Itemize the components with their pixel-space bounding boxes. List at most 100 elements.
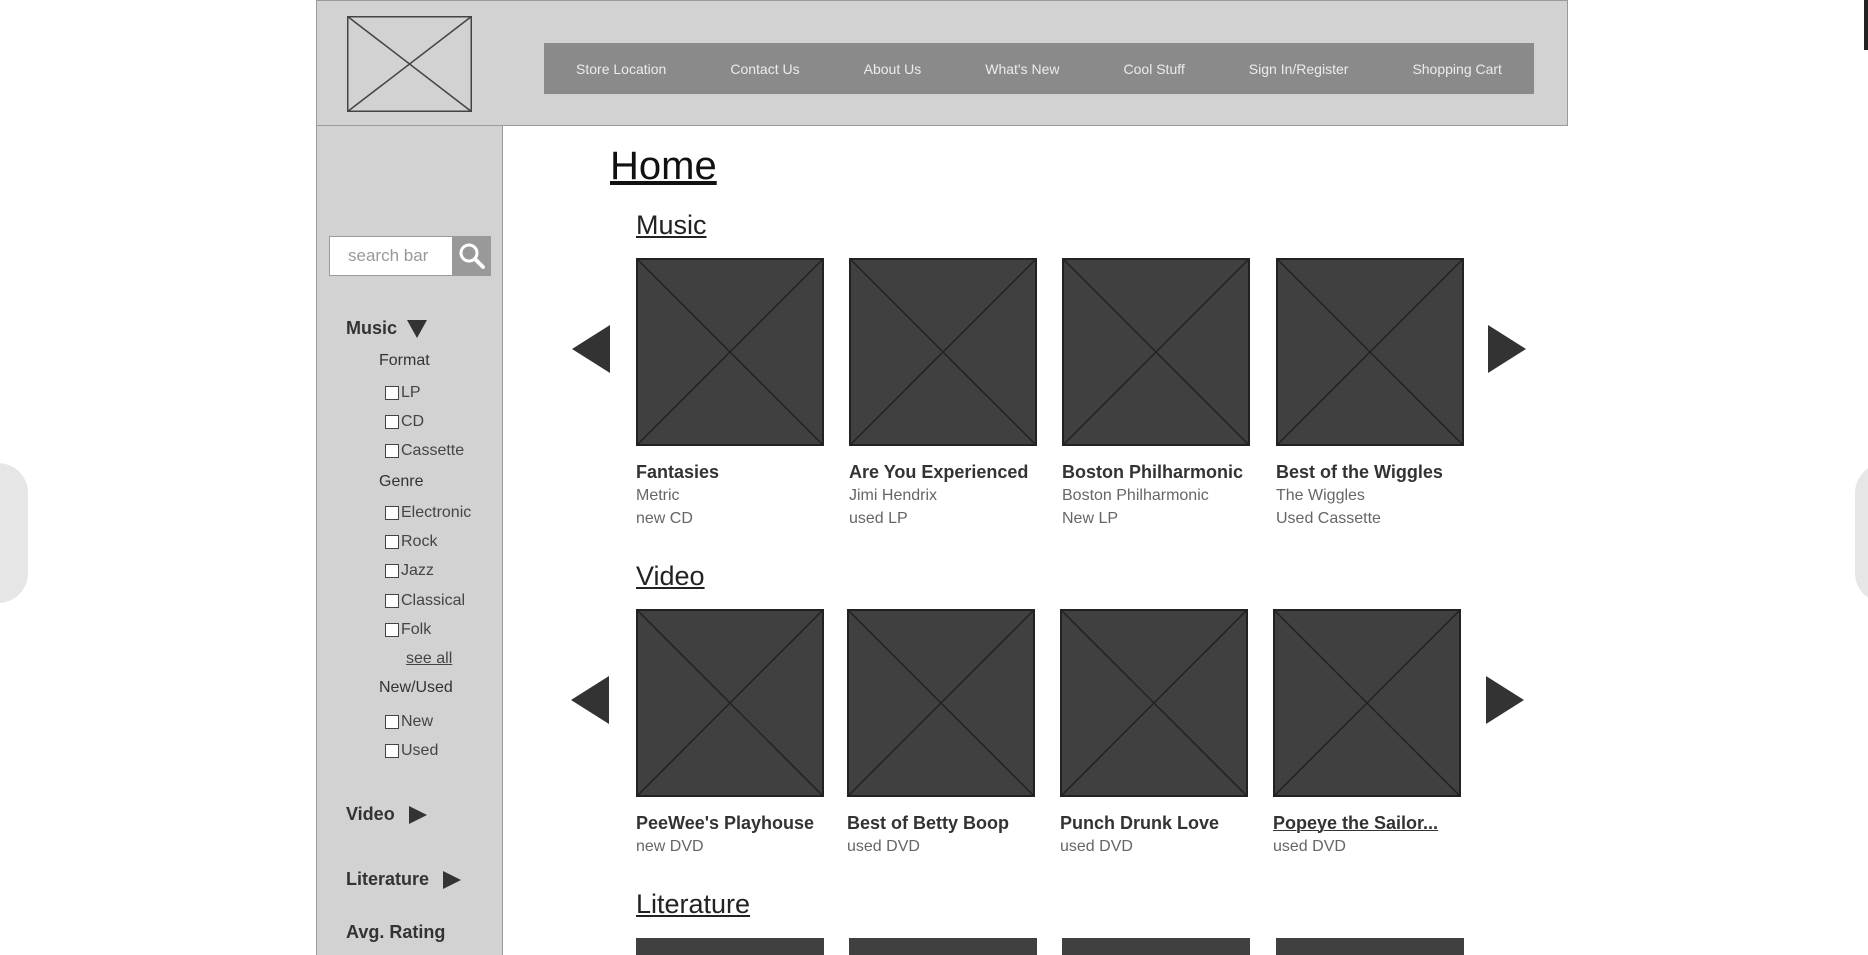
genre-option-rock[interactable]: Rock <box>385 533 437 551</box>
product-title[interactable]: Punch Drunk Love <box>1060 813 1219 834</box>
format-option-lp[interactable]: LP <box>385 384 421 402</box>
product-card[interactable]: Fantasies Metric new CD <box>636 258 824 527</box>
product-condition: used DVD <box>1273 838 1346 855</box>
checkbox[interactable] <box>385 744 399 758</box>
option-label: Used <box>401 742 439 759</box>
option-new[interactable]: New <box>385 713 433 731</box>
product-condition: used DVD <box>1060 838 1133 855</box>
format-heading: Format <box>379 352 430 369</box>
genre-heading: Genre <box>379 473 424 490</box>
option-label: Rock <box>401 533 438 550</box>
avg-rating-label: Avg. Rating <box>346 922 446 942</box>
nav-cool-stuff[interactable]: Cool Stuff <box>1124 61 1185 77</box>
genre-option-electronic[interactable]: Electronic <box>385 504 471 522</box>
product-condition: new DVD <box>636 838 704 855</box>
checkbox[interactable] <box>385 715 399 729</box>
genre-option-folk[interactable]: Folk <box>385 621 431 639</box>
product-card[interactable]: Punch Drunk Love used DVD <box>1060 609 1248 855</box>
video-carousel-prev-icon[interactable] <box>571 676 609 724</box>
nav-store-location[interactable]: Store Location <box>576 61 666 77</box>
product-title[interactable]: Best of Betty Boop <box>847 813 1009 834</box>
option-label: Electronic <box>401 504 472 521</box>
option-label: CD <box>401 413 425 430</box>
product-condition: New LP <box>1062 510 1119 527</box>
checkbox[interactable] <box>385 535 399 549</box>
checkbox[interactable] <box>385 506 399 520</box>
product-title-link[interactable]: Popeye the Sailor... <box>1273 813 1438 834</box>
product-condition: Used Cassette <box>1276 510 1381 527</box>
main-nav: Store Location Contact Us About Us What'… <box>544 43 1534 94</box>
image-placeholder-icon <box>1273 609 1461 797</box>
option-label: Folk <box>401 621 432 638</box>
nav-sign-in-register[interactable]: Sign In/Register <box>1249 61 1349 77</box>
music-carousel-prev-icon[interactable] <box>572 325 610 373</box>
right-edge-overlay <box>1855 463 1868 603</box>
checkbox[interactable] <box>385 594 399 608</box>
product-condition: used DVD <box>847 838 920 855</box>
format-option-cassette[interactable]: Cassette <box>385 442 464 460</box>
search-input[interactable] <box>330 237 452 275</box>
product-title[interactable]: Fantasies <box>636 462 719 483</box>
product-card[interactable]: Are You Experienced Jimi Hendrix used LP <box>849 258 1037 527</box>
see-all-genres-link[interactable]: see all <box>406 650 452 668</box>
format-option-cd[interactable]: CD <box>385 413 424 431</box>
product-artist: Metric <box>636 487 680 504</box>
image-placeholder-icon <box>847 609 1035 797</box>
option-label: New <box>401 713 434 730</box>
search-icon <box>459 243 485 269</box>
checkbox[interactable] <box>385 386 399 400</box>
image-placeholder-icon <box>636 258 824 446</box>
product-title[interactable]: Best of the Wiggles <box>1276 462 1443 483</box>
option-label: Jazz <box>401 562 434 579</box>
image-placeholder-icon <box>849 258 1037 446</box>
category-literature[interactable]: Literature <box>346 869 462 890</box>
product-card[interactable]: Best of the Wiggles The Wiggles Used Cas… <box>1276 258 1464 527</box>
collapsed-triangle-icon <box>408 805 427 824</box>
genre-option-classical[interactable]: Classical <box>385 592 465 610</box>
product-title[interactable]: Boston Philharmonic <box>1062 462 1243 483</box>
nav-whats-new[interactable]: What's New <box>985 61 1059 77</box>
page-title: Home <box>610 144 717 188</box>
category-music[interactable]: Music <box>346 318 428 339</box>
newused-heading: New/Used <box>379 679 453 696</box>
literature-card-peek[interactable] <box>636 938 824 955</box>
option-label: Cassette <box>401 442 465 459</box>
nav-shopping-cart[interactable]: Shopping Cart <box>1412 61 1502 77</box>
image-placeholder-icon <box>1060 609 1248 797</box>
category-video-label: Video <box>346 804 395 824</box>
product-card[interactable]: Popeye the Sailor... used DVD <box>1273 609 1461 855</box>
checkbox[interactable] <box>385 623 399 637</box>
search-button[interactable] <box>452 237 491 275</box>
literature-card-peek[interactable] <box>849 938 1037 955</box>
checkbox[interactable] <box>385 415 399 429</box>
checkbox[interactable] <box>385 444 399 458</box>
nav-about-us[interactable]: About Us <box>864 61 922 77</box>
product-artist: Jimi Hendrix <box>849 487 938 504</box>
nav-contact-us[interactable]: Contact Us <box>730 61 799 77</box>
option-label: LP <box>401 384 421 401</box>
product-card[interactable]: Boston Philharmonic Boston Philharmonic … <box>1062 258 1250 527</box>
product-condition: used LP <box>849 510 908 527</box>
product-card[interactable]: Best of Betty Boop used DVD <box>847 609 1035 855</box>
left-edge-overlay <box>0 463 28 603</box>
product-card[interactable]: PeeWee's Playhouse new DVD <box>636 609 824 855</box>
product-title[interactable]: PeeWee's Playhouse <box>636 813 814 834</box>
genre-option-jazz[interactable]: Jazz <box>385 562 434 580</box>
music-carousel-next-icon[interactable] <box>1488 325 1526 373</box>
section-title-literature[interactable]: Literature <box>636 889 750 920</box>
product-artist: Boston Philharmonic <box>1062 487 1209 504</box>
option-label: Classical <box>401 592 466 609</box>
product-condition: new CD <box>636 510 693 527</box>
search-box <box>329 236 491 276</box>
category-video[interactable]: Video <box>346 804 427 825</box>
video-carousel-next-icon[interactable] <box>1486 676 1524 724</box>
literature-card-peek[interactable] <box>1062 938 1250 955</box>
section-title-video[interactable]: Video <box>636 561 705 592</box>
product-title[interactable]: Are You Experienced <box>849 462 1028 483</box>
section-title-music[interactable]: Music <box>636 210 707 241</box>
logo-placeholder-icon[interactable] <box>347 16 472 112</box>
literature-card-peek[interactable] <box>1276 938 1464 955</box>
checkbox[interactable] <box>385 564 399 578</box>
option-used[interactable]: Used <box>385 742 438 760</box>
site-header: Store Location Contact Us About Us What'… <box>316 0 1568 126</box>
